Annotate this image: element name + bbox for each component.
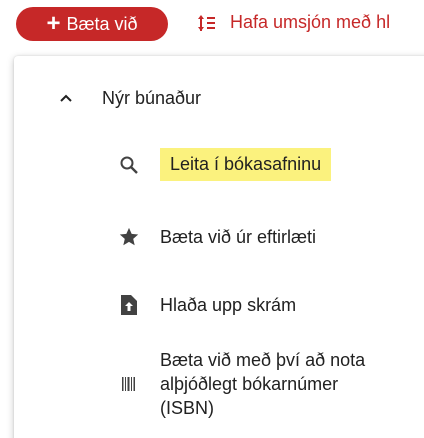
section-title: Nýr búnaður [102, 88, 202, 108]
menu-item-label: Leita í bókasafninu [160, 148, 332, 181]
plus-icon: + [46, 10, 61, 37]
page: + Bæta við Hafa umsjón með hl Nýr búnaðu… [0, 0, 424, 438]
file-upload-icon [118, 294, 140, 316]
star-icon [118, 226, 140, 248]
menu-item-label: Bæta við með því að nota alþjóðlegt bóka… [160, 350, 366, 418]
sort-icon [198, 14, 215, 31]
search-icon [118, 154, 140, 176]
menu-item-search-library[interactable]: Leita í bókasafninu [118, 148, 332, 181]
manage-label: Hafa umsjón með hl [230, 12, 391, 32]
menu-item-add-from-favorites[interactable]: Bæta við úr eftirlæti [118, 226, 316, 248]
chevron-up-icon [60, 94, 72, 102]
section-toggle-new-resource[interactable]: Nýr búnaður [58, 88, 201, 109]
menu-item-upload-files[interactable]: Hlaða upp skrám [118, 294, 296, 316]
manage-button[interactable]: Hafa umsjón með hl [196, 12, 390, 33]
menu-item-add-by-isbn[interactable]: Bæta við með því að nota alþjóðlegt bóka… [118, 348, 380, 420]
add-button-label: Bæta við [66, 13, 138, 34]
top-toolbar: + Bæta við Hafa umsjón með hl [0, 0, 424, 48]
menu-item-label: Bæta við úr eftirlæti [160, 226, 317, 247]
add-menu: Nýr búnaður Leita í bókasafninu Bæta við… [14, 56, 424, 438]
add-button[interactable]: + Bæta við [16, 7, 168, 41]
menu-item-label: Hlaða upp skrám [160, 294, 297, 315]
barcode-icon [118, 373, 140, 395]
